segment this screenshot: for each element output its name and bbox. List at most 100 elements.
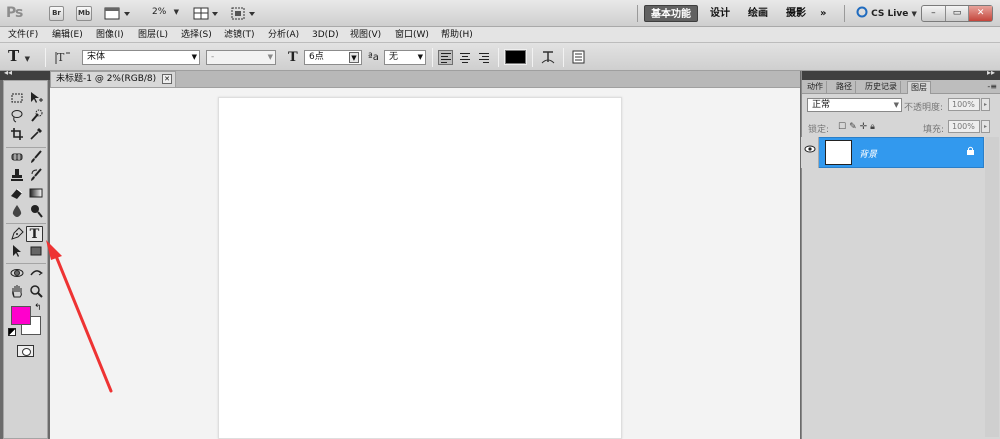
screen-mode-button[interactable] bbox=[230, 6, 258, 24]
tool-preset-picker[interactable]: T ▼ bbox=[8, 47, 30, 65]
font-family-select[interactable]: 宋体 ▼ bbox=[82, 50, 200, 65]
layers-scrollbar[interactable] bbox=[985, 137, 999, 437]
workspace-essentials-button[interactable]: 基本功能 bbox=[644, 5, 698, 22]
brush-tool[interactable] bbox=[27, 150, 44, 166]
warp-text-icon bbox=[541, 51, 555, 64]
blur-tool[interactable] bbox=[8, 204, 25, 220]
font-size-select[interactable]: 6点 ▼ bbox=[304, 50, 362, 65]
hand-tool[interactable] bbox=[8, 284, 25, 300]
align-right-button[interactable] bbox=[476, 50, 491, 65]
layer-row[interactable]: 背景 bbox=[804, 137, 984, 168]
text-orientation-button[interactable]: T bbox=[55, 49, 71, 68]
marquee-tool[interactable] bbox=[8, 91, 25, 107]
type-tool-icon: T bbox=[8, 47, 20, 65]
tools-panel-header[interactable]: ◂◂ bbox=[0, 68, 50, 80]
panel-menu-icon[interactable]: -≡ bbox=[987, 80, 997, 93]
align-center-button[interactable] bbox=[457, 50, 472, 65]
menu-help[interactable]: 帮助(H) bbox=[441, 28, 473, 42]
panel-dock-header[interactable]: ▸▸ bbox=[802, 68, 1000, 80]
text-color-swatch[interactable] bbox=[504, 49, 527, 65]
opacity-field[interactable]: 100% bbox=[948, 98, 980, 111]
zoom-level-dropdown[interactable]: 2% ▼ bbox=[152, 7, 179, 17]
antialias-select[interactable]: 无 ▼ bbox=[384, 50, 426, 65]
tab-history[interactable]: 历史记录 bbox=[862, 81, 901, 94]
tab-paths[interactable]: 路径 bbox=[833, 81, 856, 94]
menu-image[interactable]: 图像(I) bbox=[96, 28, 124, 42]
lock-pixels-icon[interactable]: ✎ bbox=[849, 122, 860, 132]
view-extras-button[interactable] bbox=[104, 6, 132, 24]
rectangle-tool[interactable] bbox=[27, 244, 44, 260]
menu-layer[interactable]: 图层(L) bbox=[138, 28, 168, 42]
move-tool[interactable] bbox=[27, 91, 44, 107]
menu-filter[interactable]: 滤镜(T) bbox=[224, 28, 255, 42]
eraser-icon bbox=[10, 188, 22, 199]
antialias-icon: ªa bbox=[368, 52, 379, 63]
document-canvas[interactable] bbox=[218, 97, 622, 439]
layer-visibility-toggle[interactable] bbox=[801, 137, 819, 168]
menu-edit[interactable]: 编辑(E) bbox=[52, 28, 83, 42]
clone-stamp-tool[interactable] bbox=[8, 168, 25, 184]
fill-field[interactable]: 100% bbox=[948, 120, 980, 133]
history-brush-tool[interactable] bbox=[27, 168, 44, 184]
close-button[interactable]: ✕ bbox=[969, 6, 993, 21]
tab-layers[interactable]: 图层 bbox=[907, 81, 931, 94]
healing-brush-tool[interactable] bbox=[8, 150, 25, 166]
quick-mask-button[interactable] bbox=[17, 345, 34, 357]
workspace-painting-button[interactable]: 绘画 bbox=[742, 5, 774, 22]
workspace-design-button[interactable]: 设计 bbox=[704, 5, 736, 22]
arrange-documents-button[interactable] bbox=[193, 6, 221, 24]
bridge-button[interactable]: Br bbox=[49, 6, 64, 21]
close-icon[interactable]: ✕ bbox=[162, 74, 172, 84]
menu-select[interactable]: 选择(S) bbox=[181, 28, 212, 42]
workspace-photography-button[interactable]: 摄影 bbox=[780, 5, 812, 22]
lock-label: 锁定: bbox=[808, 125, 830, 135]
blend-mode-select[interactable]: 正常 ▼ bbox=[807, 98, 902, 112]
3d-orbit-tool[interactable] bbox=[27, 266, 44, 282]
divider bbox=[563, 48, 564, 67]
window-controls: – ▭ ✕ bbox=[921, 5, 993, 22]
lock-transparent-icon[interactable]: ☐ bbox=[838, 122, 849, 132]
menu-window[interactable]: 窗口(W) bbox=[395, 28, 429, 42]
font-style-select[interactable]: - ▼ bbox=[206, 50, 276, 65]
quick-selection-icon bbox=[30, 109, 42, 122]
3d-rotate-tool[interactable] bbox=[8, 266, 25, 282]
warp-text-button[interactable] bbox=[540, 49, 556, 68]
maximize-button[interactable]: ▭ bbox=[946, 6, 970, 21]
title-bar: Ps Br Mb 2% ▼ 基本功能 设计 绘画 摄影 » CS Live ▼ … bbox=[0, 0, 1000, 27]
menu-analysis[interactable]: 分析(A) bbox=[268, 28, 299, 42]
tools-panel: T ↰ bbox=[3, 80, 48, 439]
chevron-down-icon: ▼ bbox=[911, 10, 917, 18]
foreground-color-swatch[interactable] bbox=[11, 306, 31, 325]
align-left-button[interactable] bbox=[438, 50, 453, 65]
lasso-tool[interactable] bbox=[8, 109, 25, 125]
cs-live-button[interactable]: CS Live ▼ bbox=[856, 6, 917, 19]
divider bbox=[532, 48, 533, 67]
menu-3d[interactable]: 3D(D) bbox=[312, 28, 339, 42]
character-panel-button[interactable] bbox=[571, 49, 587, 68]
default-colors-icon[interactable] bbox=[8, 328, 16, 336]
quick-selection-tool[interactable] bbox=[27, 109, 44, 125]
lock-position-icon[interactable]: ✛ bbox=[860, 122, 871, 132]
document-tab-bar bbox=[176, 71, 800, 87]
tab-actions[interactable]: 动作 bbox=[804, 81, 827, 94]
dodge-tool[interactable] bbox=[27, 204, 44, 220]
path-selection-tool[interactable] bbox=[8, 244, 25, 260]
swap-colors-icon[interactable]: ↰ bbox=[34, 303, 42, 313]
pen-tool[interactable] bbox=[8, 227, 25, 243]
3d-orbit-icon bbox=[29, 270, 43, 276]
minimize-button[interactable]: – bbox=[922, 6, 946, 21]
type-tool[interactable]: T bbox=[26, 226, 43, 242]
opacity-stepper-icon[interactable]: ▸ bbox=[981, 98, 990, 111]
lock-all-icon[interactable]: 🔒︎ bbox=[870, 122, 878, 132]
gradient-tool[interactable] bbox=[27, 186, 44, 202]
eyedropper-tool[interactable] bbox=[27, 127, 44, 143]
menu-view[interactable]: 视图(V) bbox=[350, 28, 381, 42]
minibridge-button[interactable]: Mb bbox=[76, 6, 92, 21]
document-tab[interactable]: 未标题-1 @ 2%(RGB/8) ✕ bbox=[50, 71, 176, 87]
fill-stepper-icon[interactable]: ▸ bbox=[981, 120, 990, 133]
eraser-tool[interactable] bbox=[8, 186, 25, 202]
crop-tool[interactable] bbox=[8, 127, 25, 143]
zoom-tool[interactable] bbox=[27, 284, 44, 300]
more-workspaces-button[interactable]: » bbox=[814, 5, 832, 22]
menu-file[interactable]: 文件(F) bbox=[8, 28, 38, 42]
